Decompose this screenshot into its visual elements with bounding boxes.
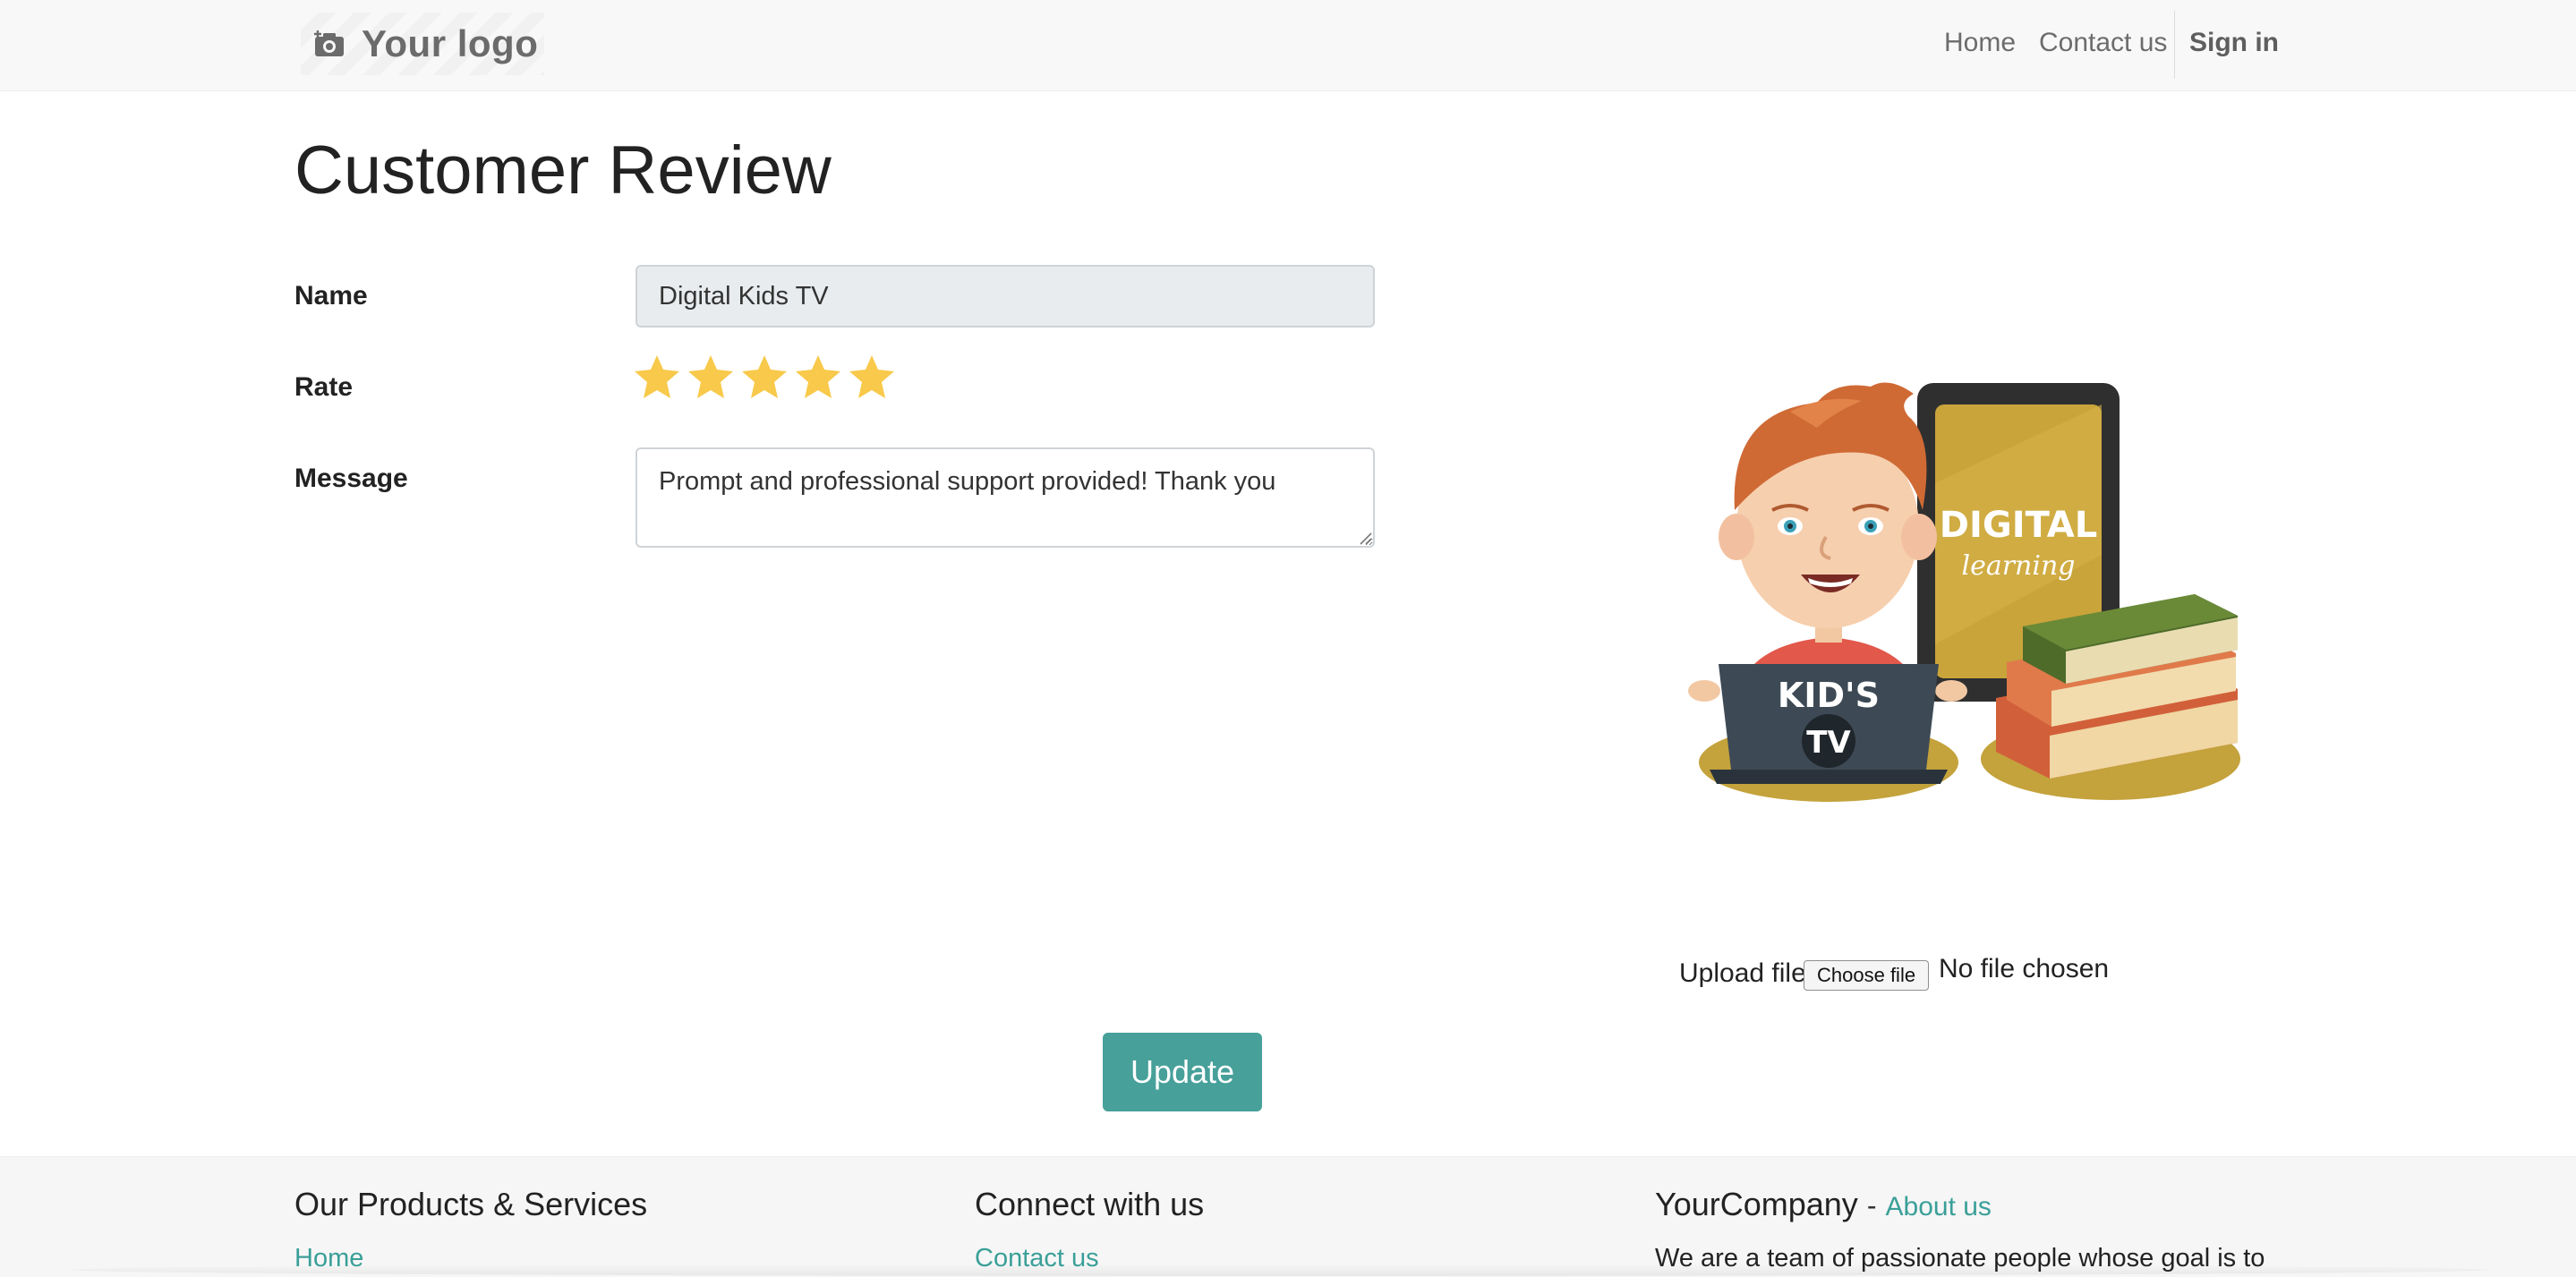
footer-home-link[interactable]: Home	[294, 1244, 363, 1273]
choose-file-button[interactable]: Choose file	[1804, 960, 1930, 991]
nav-divider	[2174, 11, 2175, 79]
laptop-line2: TV	[1806, 725, 1851, 761]
name-field[interactable]	[635, 265, 1375, 328]
footer-company-heading: YourCompany - About us	[1655, 1186, 1992, 1223]
star-rating[interactable]	[632, 353, 897, 403]
message-textarea[interactable]: Prompt and professional support provided…	[635, 447, 1375, 548]
star-icon[interactable]	[739, 353, 789, 403]
star-icon[interactable]	[793, 353, 843, 403]
update-button[interactable]: Update	[1103, 1033, 1262, 1111]
company-separator: -	[1866, 1189, 1877, 1222]
upload-label: Upload file	[1679, 958, 1806, 988]
company-name: YourCompany	[1655, 1186, 1858, 1222]
file-status: No file chosen	[1939, 954, 2110, 983]
top-navbar: Your logo Home Contact us Sign in	[0, 0, 2576, 91]
star-icon[interactable]	[847, 353, 897, 403]
star-icon[interactable]	[686, 353, 736, 403]
resize-handle-icon[interactable]	[1356, 529, 1372, 545]
company-description: We are a team of passionate people whose…	[1655, 1244, 2265, 1273]
sign-in-link[interactable]: Sign in	[2189, 25, 2279, 61]
logo[interactable]: Your logo	[301, 13, 544, 75]
footer-connect-heading: Connect with us	[975, 1186, 1205, 1222]
camera-icon	[313, 30, 345, 58]
tablet-title: DIGITAL	[1940, 505, 2097, 546]
about-us-link[interactable]: About us	[1886, 1192, 1992, 1222]
laptop-line1: KID'S	[1778, 676, 1880, 715]
tablet-subtitle: learning	[1961, 550, 2075, 582]
footer-products-heading: Our Products & Services	[294, 1186, 648, 1222]
nav-home-link[interactable]: Home	[1944, 25, 2016, 61]
message-label: Message	[294, 464, 408, 493]
logo-text: Your logo	[362, 22, 539, 64]
nav-contact-link[interactable]: Contact us	[2039, 25, 2167, 61]
rate-label: Rate	[294, 372, 354, 402]
star-icon[interactable]	[632, 353, 682, 403]
name-label: Name	[294, 281, 368, 311]
footer-contact-link[interactable]: Contact us	[975, 1244, 1099, 1273]
page-title: Customer Review	[294, 132, 832, 209]
review-image: DIGITAL learning KID'S TV	[1683, 376, 2256, 805]
